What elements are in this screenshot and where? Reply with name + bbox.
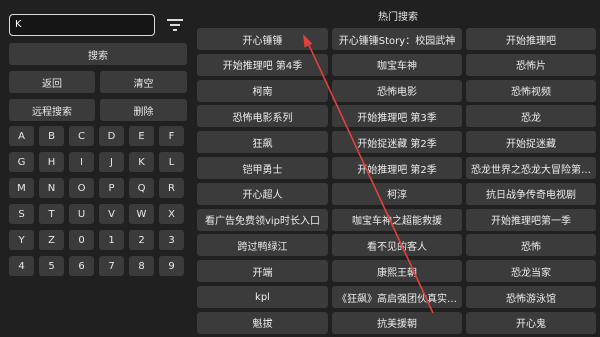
key-v[interactable]: V [99, 204, 124, 224]
hot-search-item[interactable]: 抗美援朝 [332, 311, 462, 334]
key-s[interactable]: S [9, 204, 34, 224]
hot-search-item[interactable]: 开心超人 [197, 182, 328, 205]
hot-search-item[interactable]: 咖宝车神之超能救援 [332, 208, 462, 231]
hot-search-item[interactable]: 抗日战争传奇电视剧 [466, 182, 596, 205]
hot-search-item[interactable]: 跨过鸭绿江 [197, 234, 328, 257]
hot-search-item[interactable]: 恐怖视频 [466, 79, 596, 102]
hot-search-item[interactable]: 狂飙 [197, 131, 328, 154]
key-n[interactable]: N [39, 178, 64, 198]
hot-search-item[interactable]: 开始捉迷藏 第2季 [332, 131, 462, 154]
search-input[interactable]: K [9, 14, 155, 36]
hot-search-item[interactable]: 恐龙世界之恐龙大冒险第… [466, 157, 596, 179]
key-i[interactable]: I [69, 152, 94, 172]
key-3[interactable]: 3 [159, 230, 184, 250]
key-h[interactable]: H [39, 152, 64, 172]
hot-search-item[interactable]: 恐龙当家 [466, 260, 596, 283]
key-o[interactable]: O [69, 178, 94, 198]
hot-search-item[interactable]: 恐怖 [466, 234, 596, 257]
key-2[interactable]: 2 [129, 230, 154, 250]
key-6[interactable]: 6 [69, 256, 94, 276]
hot-search-item[interactable]: 魁拔 [197, 311, 328, 334]
hot-search-item[interactable]: 开始推理吧 [466, 28, 596, 50]
clear-button[interactable]: 清空 [100, 71, 187, 93]
hot-search-item[interactable]: 开心锤锤Story：校园武神 [332, 28, 462, 50]
key-a[interactable]: A [9, 126, 34, 146]
delete-button[interactable]: 删除 [100, 99, 187, 121]
hot-search-item[interactable]: 柯淳 [332, 182, 462, 205]
remote-search-button[interactable]: 远程搜索 [9, 99, 95, 121]
hot-search-item[interactable]: 开心锤锤 [197, 28, 328, 50]
key-0[interactable]: 0 [69, 230, 94, 250]
hot-search-item[interactable]: 开端 [197, 260, 328, 283]
key-g[interactable]: G [9, 152, 34, 172]
key-5[interactable]: 5 [39, 256, 64, 276]
hot-search-item[interactable]: 开始推理吧 第4季 [197, 53, 328, 76]
hot-search-item[interactable]: 看不见的客人 [332, 234, 462, 257]
key-d[interactable]: D [99, 126, 124, 146]
key-j[interactable]: J [99, 152, 124, 172]
key-w[interactable]: W [129, 204, 154, 224]
search-button[interactable]: 搜索 [9, 43, 187, 65]
key-k[interactable]: K [129, 152, 154, 172]
key-x[interactable]: X [159, 204, 184, 224]
key-l[interactable]: L [159, 152, 184, 172]
hot-search-item[interactable]: 《狂飙》高启强团伙真实… [332, 286, 462, 308]
key-z[interactable]: Z [39, 230, 64, 250]
key-b[interactable]: B [39, 126, 64, 146]
key-r[interactable]: R [159, 178, 184, 198]
key-e[interactable]: E [129, 126, 154, 146]
key-c[interactable]: C [69, 126, 94, 146]
key-p[interactable]: P [99, 178, 124, 198]
hot-search-item[interactable]: kpl [197, 286, 328, 308]
key-9[interactable]: 9 [159, 256, 184, 276]
key-y[interactable]: Y [9, 230, 34, 250]
hot-search-item[interactable]: 开始推理吧 第3季 [332, 105, 462, 128]
hot-search-item[interactable]: 开始推理吧第一季 [466, 208, 596, 231]
hot-search-title: 热门搜索 [378, 12, 418, 23]
hot-search-item[interactable]: 开心鬼 [466, 311, 596, 334]
hot-search-item[interactable]: 咖宝车神 [332, 53, 462, 76]
hot-search-item[interactable]: 康熙王朝 [332, 260, 462, 283]
key-t[interactable]: T [39, 204, 64, 224]
left-panel: K 搜索 返回 清空 远程搜索 删除 ABCDEFGHIJKLMNOPQRSTU… [0, 0, 195, 337]
hot-search-item[interactable]: 恐龙 [466, 105, 596, 128]
key-7[interactable]: 7 [99, 256, 124, 276]
back-button[interactable]: 返回 [9, 71, 95, 93]
key-m[interactable]: M [9, 178, 34, 198]
hot-search-item[interactable]: 恐怖电影系列 [197, 105, 328, 128]
hot-search-item[interactable]: 看广告免费领vip时长入口 [197, 208, 328, 231]
hot-search-item[interactable]: 开始推理吧 第2季 [332, 157, 462, 179]
key-u[interactable]: U [69, 204, 94, 224]
hot-search-item[interactable]: 恐怖游泳馆 [466, 286, 596, 308]
hot-search-item[interactable]: 开始捉迷藏 [466, 131, 596, 154]
hot-search-item[interactable]: 柯南 [197, 79, 328, 102]
key-4[interactable]: 4 [9, 256, 34, 276]
key-f[interactable]: F [159, 126, 184, 146]
filter-icon[interactable] [166, 16, 184, 34]
key-1[interactable]: 1 [99, 230, 124, 250]
key-q[interactable]: Q [129, 178, 154, 198]
hot-search-item[interactable]: 恐怖片 [466, 53, 596, 76]
hot-search-item[interactable]: 恐怖电影 [332, 79, 462, 102]
hot-search-item[interactable]: 铠甲勇士 [197, 157, 328, 179]
key-8[interactable]: 8 [129, 256, 154, 276]
